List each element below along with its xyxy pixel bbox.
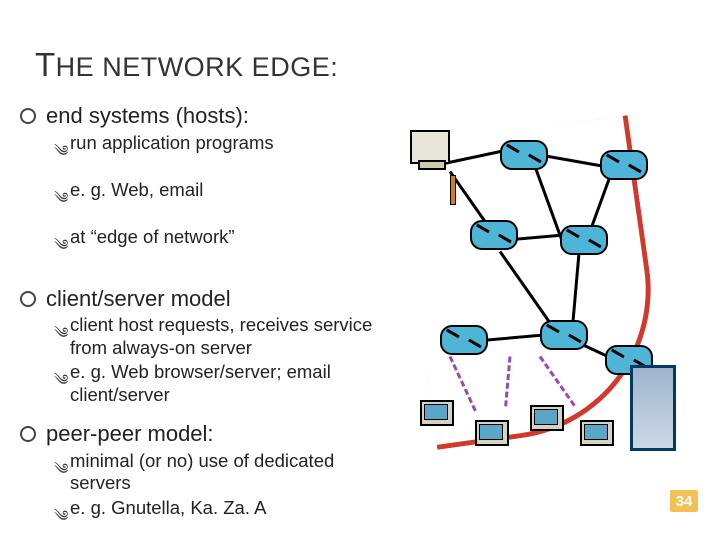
router-icon	[440, 325, 488, 355]
item-text: e. g. Gnutella, Ka. Za. A	[70, 497, 266, 520]
section-heading: client/server model	[20, 285, 380, 313]
item-text: run application programs	[70, 132, 274, 155]
item-text: minimal (or no) use of dedicated servers	[70, 450, 380, 495]
swirl-bullet-icon: ༄	[54, 500, 70, 540]
list-item: ༄ e. g. Gnutella, Ka. Za. A	[54, 497, 380, 540]
item-text: at “edge of network”	[70, 226, 235, 249]
router-icon	[540, 320, 588, 350]
sublist: ༄ run application programs ༄ e. g. Web, …	[54, 132, 380, 271]
section-heading: peer-peer model:	[20, 420, 380, 448]
desktop-host-icon	[410, 130, 450, 164]
content-column: end systems (hosts): ༄ run application p…	[20, 94, 380, 540]
laptop-icon	[420, 400, 454, 426]
list-item: ༄ run application programs	[54, 132, 380, 177]
network-diagram	[380, 120, 680, 460]
sublist: ༄ client host requests, receives service…	[54, 314, 380, 406]
swirl-bullet-icon: ༄	[54, 317, 70, 359]
section-heading: end systems (hosts):	[20, 102, 380, 130]
heading-text: end systems (hosts):	[46, 102, 249, 130]
router-icon	[500, 140, 548, 170]
heading-text: peer-peer model:	[46, 420, 214, 448]
router-icon	[560, 225, 608, 255]
swirl-bullet-icon: ༄	[54, 182, 70, 224]
hollow-bullet-icon	[20, 426, 36, 442]
router-icon	[600, 150, 648, 180]
laptop-icon	[580, 420, 614, 446]
list-item: ༄ e. g. Web browser/server; email client…	[54, 361, 380, 406]
item-text: e. g. Web, email	[70, 179, 203, 202]
list-item: ༄ e. g. Web, email	[54, 179, 380, 224]
item-text: e. g. Web browser/server; email client/s…	[70, 361, 380, 406]
list-item: ༄ client host requests, receives service…	[54, 314, 380, 359]
hollow-bullet-icon	[20, 291, 36, 307]
router-icon	[470, 220, 518, 250]
server-icon	[630, 365, 676, 451]
page-number-badge: 34	[670, 490, 698, 512]
hollow-bullet-icon	[20, 108, 36, 124]
title-rest: NETWORK EDGE:	[94, 52, 338, 82]
swirl-bullet-icon: ༄	[54, 229, 70, 271]
page-number: 34	[676, 493, 693, 510]
heading-text: client/server model	[46, 285, 231, 313]
title-he: HE	[56, 52, 95, 82]
list-item: ༄ minimal (or no) use of dedicated serve…	[54, 450, 380, 495]
swirl-bullet-icon: ༄	[54, 364, 70, 406]
slide: THE NETWORK EDGE: end systems (hosts): ༄…	[0, 0, 720, 540]
host-cable-icon	[450, 175, 456, 205]
laptop-icon	[475, 420, 509, 446]
laptop-icon	[530, 405, 564, 431]
item-text: client host requests, receives service f…	[70, 314, 380, 359]
sublist: ༄ minimal (or no) use of dedicated serve…	[54, 450, 380, 540]
slide-title: THE NETWORK EDGE:	[35, 46, 338, 84]
swirl-bullet-icon: ༄	[54, 453, 70, 495]
swirl-bullet-icon: ༄	[54, 135, 70, 177]
title-cap: T	[35, 46, 56, 83]
list-item: ༄ at “edge of network”	[54, 226, 380, 271]
